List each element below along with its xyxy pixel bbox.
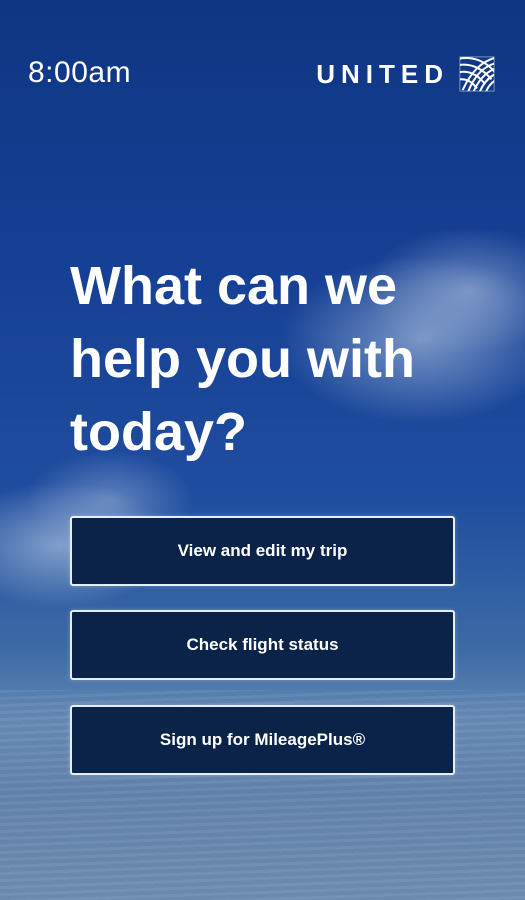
mileageplus-signup-button[interactable]: Sign up for MileagePlus®: [70, 705, 455, 775]
view-edit-trip-button[interactable]: View and edit my trip: [70, 516, 455, 586]
brand-logo: UNITED: [316, 56, 495, 92]
globe-icon: [459, 56, 495, 92]
check-flight-status-button[interactable]: Check flight status: [70, 610, 455, 680]
home-screen: 8:00am UNITED What can we help you with …: [0, 0, 525, 900]
page-headline: What can we help you with today?: [70, 256, 415, 462]
status-time: 8:00am: [28, 56, 132, 89]
brand-wordmark: UNITED: [316, 59, 449, 89]
